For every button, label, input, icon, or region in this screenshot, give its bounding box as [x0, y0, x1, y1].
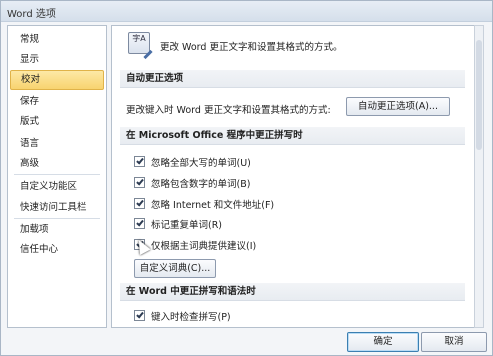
ignore-internet-addresses-label: 忽略 Internet 和文件地址(F): [151, 200, 275, 211]
sidebar-item-quick-access-toolbar[interactable]: 快速访问工具栏: [10, 198, 104, 218]
sidebar-item-display[interactable]: 显示: [10, 50, 104, 70]
proofing-content: 字A 更改 Word 更正文字和设置其格式的方式。 自动更正选项 更改键入时 W…: [111, 25, 484, 328]
ignore-uppercase-checkbox[interactable]: [134, 156, 145, 167]
autocorrect-section-header: 自动更正选项: [120, 70, 465, 88]
check-spelling-as-you-type-checkbox[interactable]: [134, 310, 145, 321]
flag-repeated-words-label: 标记重复单词(R): [151, 220, 223, 231]
sidebar-item-proofing[interactable]: 校对: [10, 70, 104, 90]
ignore-numbers-checkbox[interactable]: [134, 177, 145, 188]
proofing-abc-icon: 字A: [128, 32, 153, 60]
ignore-internet-addresses-checkbox[interactable]: [134, 198, 145, 209]
content-scrollbar[interactable]: [474, 25, 484, 328]
sidebar-item-trust-center[interactable]: 信任中心: [10, 240, 104, 260]
proofing-icon-text: 字A: [132, 34, 146, 43]
checkmark-icon: [136, 156, 144, 165]
ignore-uppercase-label: 忽略全部大写的单词(U): [151, 158, 251, 169]
autocorrect-options-button[interactable]: 自动更正选项(A)...: [346, 97, 450, 116]
cancel-button[interactable]: 取消: [421, 332, 487, 352]
sidebar-divider: [14, 174, 100, 175]
checkmark-icon: [136, 310, 144, 319]
check-spelling-as-you-type-label: 键入时检查拼写(P): [151, 312, 231, 323]
sidebar-item-advanced[interactable]: 高级: [10, 154, 104, 174]
custom-dictionaries-button[interactable]: 自定义词典(C)...: [134, 259, 216, 278]
checkmark-icon: [136, 177, 144, 186]
sidebar-item-layout[interactable]: 版式: [10, 112, 104, 132]
word-spelling-section-header: 在 Word 中更正拼写和语法时: [120, 283, 465, 301]
page-description: 更改 Word 更正文字和设置其格式的方式。: [160, 42, 343, 53]
options-sidebar: 常规 显示 校对 保存 版式 语言 高级 自定义功能区 快速访问工具栏 加载项 …: [7, 25, 107, 328]
window-title: Word 选项: [7, 9, 56, 20]
autocorrect-description: 更改键入时 Word 更正文字和设置其格式的方式:: [126, 105, 331, 116]
ignore-numbers-label: 忽略包含数字的单词(B): [151, 179, 251, 190]
main-dictionary-only-label: 仅根据主词典提供建议(I): [151, 241, 257, 252]
pen-icon: [143, 49, 153, 60]
word-options-dialog: Word 选项 常规 显示 校对 保存 版式 语言 高级 自定义功能区 快速访问…: [0, 0, 493, 356]
checkmark-icon: [136, 218, 144, 227]
checkmark-icon: [136, 198, 144, 207]
ok-button[interactable]: 确定: [347, 332, 419, 352]
sidebar-item-general[interactable]: 常规: [10, 30, 104, 50]
scrollbar-thumb[interactable]: [476, 40, 482, 150]
flag-repeated-words-checkbox[interactable]: [134, 218, 145, 229]
sidebar-item-language[interactable]: 语言: [10, 134, 104, 154]
sidebar-item-save[interactable]: 保存: [10, 92, 104, 112]
sidebar-item-customize-ribbon[interactable]: 自定义功能区: [10, 177, 104, 197]
title-bar[interactable]: Word 选项: [1, 1, 492, 22]
sidebar-item-add-ins[interactable]: 加载项: [10, 220, 104, 240]
sidebar-divider: [14, 218, 100, 219]
office-spelling-section-header: 在 Microsoft Office 程序中更正拼写时: [120, 127, 465, 145]
